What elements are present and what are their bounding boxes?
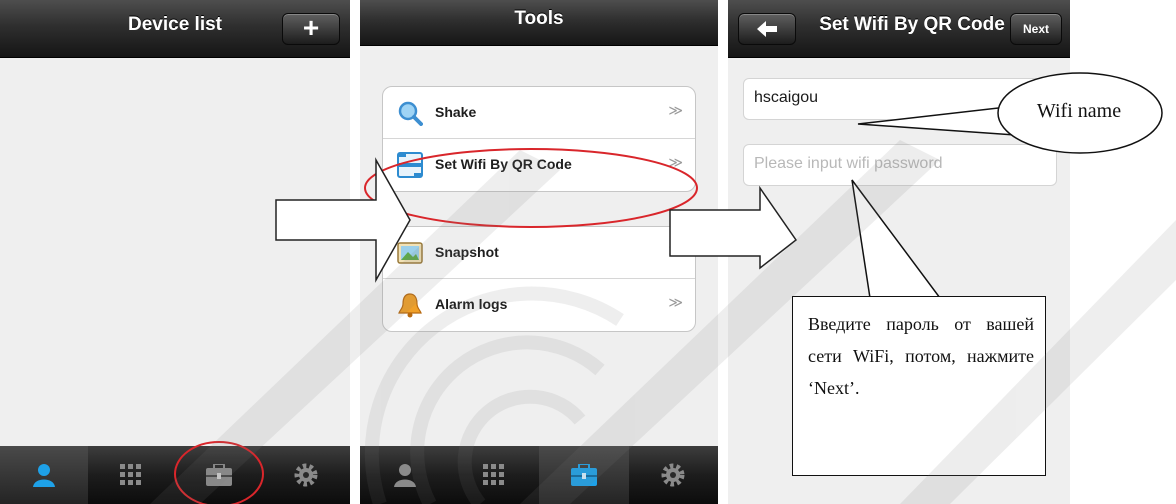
password-instruction-text: Введите пароль от вашей сети WiFi, потом…	[808, 314, 1034, 398]
grid-icon	[483, 464, 505, 485]
tools-item-label: Snapshot	[435, 244, 499, 260]
tools-item-set-wifi-qr[interactable]: Set Wifi By QR Code ≫	[383, 139, 695, 191]
wifi-name-field[interactable]: hscaigou	[743, 78, 1057, 120]
chevron-right-icon: ≫	[668, 102, 683, 118]
add-device-button[interactable]: +	[282, 13, 340, 45]
tools-card-bottom: Snapshot ≫ Alarm logs ≫	[382, 226, 696, 332]
tools-title: Tools	[514, 8, 564, 29]
person-icon	[393, 464, 416, 487]
tools-item-label: Alarm logs	[435, 296, 508, 312]
tab-tools[interactable]	[175, 446, 263, 504]
next-button[interactable]: Next	[1010, 13, 1062, 45]
tab-devices[interactable]	[360, 446, 450, 504]
tab-grid[interactable]	[450, 446, 540, 504]
chevron-right-icon: ≫	[668, 154, 683, 170]
tools-item-snapshot[interactable]: Snapshot ≫	[383, 227, 695, 279]
next-button-label: Next	[1022, 22, 1049, 36]
qr-scan-icon	[397, 152, 423, 178]
bell-icon	[398, 293, 422, 318]
tab-bar	[0, 446, 350, 504]
magnifier-icon	[398, 101, 423, 126]
gear-icon	[294, 463, 318, 487]
set-wifi-navbar: Set Wifi By QR Code Next	[728, 0, 1070, 58]
tools-item-label: Shake	[435, 104, 477, 120]
tab-grid[interactable]	[88, 446, 176, 504]
wifi-name-callout-label: Wifi name	[1036, 100, 1122, 122]
chevron-right-icon: ≫	[668, 294, 683, 310]
tab-bar	[360, 446, 718, 504]
tab-settings[interactable]	[629, 446, 719, 504]
tab-tools[interactable]	[539, 446, 629, 504]
toolbox-icon	[570, 464, 597, 486]
plus-icon: +	[302, 12, 320, 43]
wifi-name-value: hscaigou	[754, 89, 819, 106]
device-list-content	[0, 58, 350, 446]
tab-settings[interactable]	[263, 446, 351, 504]
toolbox-icon	[205, 464, 232, 486]
wifi-password-placeholder: Please input wifi password	[754, 155, 943, 172]
tools-item-label: Set Wifi By QR Code	[435, 156, 572, 172]
tools-item-shake[interactable]: Shake ≫	[383, 87, 695, 139]
device-list-screen: Device list +	[0, 0, 350, 504]
gear-icon	[661, 463, 685, 487]
tab-devices[interactable]	[0, 446, 88, 504]
wifi-password-field[interactable]: Please input wifi password	[743, 144, 1057, 186]
tools-navbar: Tools	[360, 0, 718, 46]
tools-card-top: Shake ≫ Set Wifi By QR Code ≫	[382, 86, 696, 192]
tools-item-alarm-logs[interactable]: Alarm logs ≫	[383, 279, 695, 331]
picture-icon	[397, 242, 423, 264]
tools-screen: Tools Shake ≫ Set Wifi By QR Code ≫ Snap…	[360, 0, 718, 504]
device-list-navbar: Device list +	[0, 0, 350, 58]
chevron-right-icon: ≫	[668, 242, 683, 258]
person-icon	[32, 464, 55, 487]
grid-icon	[120, 464, 142, 485]
